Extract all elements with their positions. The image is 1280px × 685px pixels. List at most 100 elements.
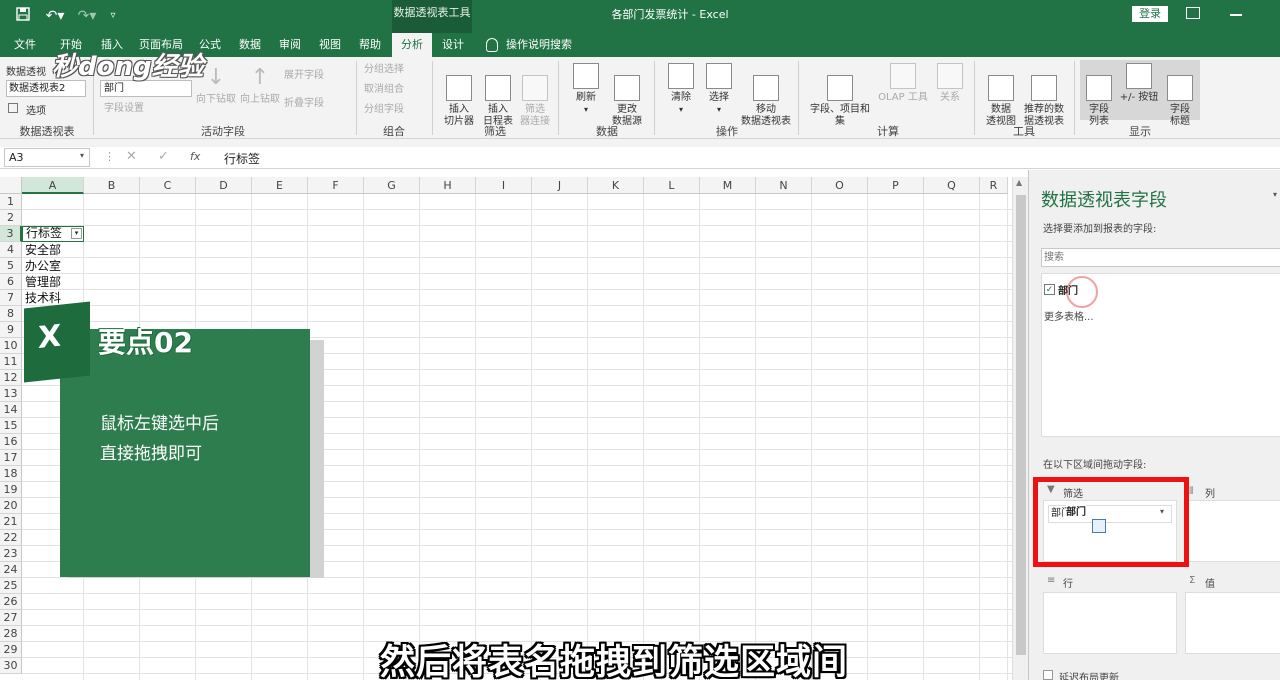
- select-button[interactable]: 选择 ▾: [700, 63, 738, 116]
- row-header[interactable]: 27: [0, 610, 22, 626]
- defer-update-checkbox[interactable]: [1043, 670, 1053, 680]
- tab-review[interactable]: 审阅: [272, 33, 308, 57]
- column-header[interactable]: E: [252, 177, 308, 194]
- formula-content[interactable]: 行标签: [224, 150, 260, 167]
- row-header[interactable]: 18: [0, 466, 22, 482]
- column-header[interactable]: D: [196, 177, 252, 194]
- column-header[interactable]: L: [644, 177, 700, 194]
- tab-help[interactable]: 帮助: [352, 33, 388, 57]
- rows-drop-area[interactable]: [1043, 592, 1177, 654]
- filter-connections-button[interactable]: 筛选 器连接: [518, 63, 552, 128]
- row-header[interactable]: 29: [0, 642, 22, 658]
- expand-field-button[interactable]: 展开字段: [284, 69, 324, 83]
- column-header[interactable]: A: [22, 177, 84, 194]
- row-header[interactable]: 20: [0, 498, 22, 514]
- column-header[interactable]: H: [420, 177, 476, 194]
- cell-a4[interactable]: 安全部: [22, 242, 61, 258]
- collapse-field-button[interactable]: 折叠字段: [284, 97, 324, 111]
- field-item-department[interactable]: 部门: [1058, 282, 1078, 297]
- filter-dropdown-icon[interactable]: ▾: [71, 228, 82, 239]
- cell-a5[interactable]: 办公室: [22, 258, 61, 274]
- redo-icon[interactable]: ↷▾: [74, 7, 100, 25]
- cell-a6[interactable]: 管理部: [22, 274, 61, 290]
- tab-analyze[interactable]: 分析: [392, 33, 432, 57]
- field-settings-button[interactable]: 字段设置: [104, 102, 144, 116]
- column-header[interactable]: G: [364, 177, 420, 194]
- tab-design[interactable]: 设计: [434, 33, 472, 57]
- row-header[interactable]: 9: [0, 322, 22, 338]
- column-header[interactable]: F: [308, 177, 364, 194]
- clear-button[interactable]: 清除 ▾: [662, 63, 700, 116]
- row-header[interactable]: 30: [0, 658, 22, 674]
- login-button[interactable]: 登录: [1132, 6, 1168, 22]
- row-header[interactable]: 26: [0, 594, 22, 610]
- vertical-scrollbar[interactable]: ▲: [1012, 177, 1028, 680]
- row-header[interactable]: 12: [0, 370, 22, 386]
- undo-icon[interactable]: ↶▾: [40, 7, 70, 25]
- column-header[interactable]: B: [84, 177, 140, 194]
- customize-toolbar-icon[interactable]: ▿: [104, 7, 122, 25]
- row-header[interactable]: 3: [0, 226, 22, 242]
- name-box[interactable]: A3: [4, 148, 90, 167]
- tab-view[interactable]: 视图: [312, 33, 348, 57]
- field-checkbox[interactable]: ✓: [1044, 284, 1055, 295]
- insert-timeline-button[interactable]: 插入 日程表: [480, 63, 516, 128]
- row-header[interactable]: 21: [0, 514, 22, 530]
- plus-minus-buttons-button[interactable]: +/- 按钮: [1116, 63, 1162, 104]
- column-header[interactable]: N: [756, 177, 812, 194]
- field-search-input[interactable]: [1041, 248, 1280, 267]
- recommended-pivot-button[interactable]: 推荐的数 据透视表: [1020, 63, 1068, 128]
- row-header[interactable]: 13: [0, 386, 22, 402]
- row-header[interactable]: 28: [0, 626, 22, 642]
- column-header[interactable]: J: [532, 177, 588, 194]
- tell-me-search[interactable]: 操作说明搜索: [506, 33, 580, 57]
- column-header[interactable]: C: [140, 177, 196, 194]
- save-icon[interactable]: [14, 7, 32, 25]
- relationships-button[interactable]: 关系: [932, 63, 968, 104]
- tab-file[interactable]: 文件: [6, 33, 44, 57]
- row-header[interactable]: 14: [0, 402, 22, 418]
- row-header[interactable]: 16: [0, 434, 22, 450]
- row-header[interactable]: 10: [0, 338, 22, 354]
- column-header[interactable]: O: [812, 177, 868, 194]
- row-header[interactable]: 22: [0, 530, 22, 546]
- column-header[interactable]: I: [476, 177, 532, 194]
- row-header[interactable]: 11: [0, 354, 22, 370]
- enter-icon[interactable]: ✓: [158, 149, 169, 164]
- row-header[interactable]: 1: [0, 194, 22, 210]
- field-list-button[interactable]: 字段 列表: [1082, 63, 1116, 128]
- cell-a7[interactable]: 技术科: [22, 290, 61, 306]
- select-all-corner[interactable]: [0, 177, 22, 194]
- drill-up-button[interactable]: ↑ 向上钻取: [240, 65, 280, 106]
- scrollbar-thumb[interactable]: [1016, 195, 1026, 655]
- scroll-up-icon[interactable]: ▲: [1016, 178, 1022, 187]
- row-header[interactable]: 23: [0, 546, 22, 562]
- row-header[interactable]: 6: [0, 274, 22, 290]
- row-header[interactable]: 25: [0, 578, 22, 594]
- column-header[interactable]: R: [980, 177, 1008, 194]
- cancel-icon[interactable]: ✕: [126, 149, 137, 164]
- ungroup-button[interactable]: 取消组合: [364, 83, 404, 97]
- options-button[interactable]: 选项: [26, 102, 46, 117]
- row-header[interactable]: 7: [0, 290, 22, 306]
- minimize-icon[interactable]: [1230, 14, 1242, 16]
- spreadsheet-grid[interactable]: ABCDEFGHIJKLMNOPQR 1 2 3 4 5 6 7 8 9 10 11 12 13 14 15…: [0, 177, 1028, 680]
- panel-options-icon[interactable]: ▾: [1273, 190, 1277, 199]
- name-box-dropdown-icon[interactable]: ▾: [80, 151, 84, 160]
- column-header[interactable]: M: [700, 177, 756, 194]
- group-field-button[interactable]: 分组字段: [364, 103, 404, 117]
- columns-drop-area[interactable]: [1187, 500, 1280, 562]
- more-tables-link[interactable]: 更多表格...: [1044, 308, 1094, 323]
- field-headers-button[interactable]: 字段 标题: [1162, 63, 1198, 128]
- insert-function-icon[interactable]: fx: [190, 150, 200, 163]
- refresh-button[interactable]: 刷新 ▾: [568, 63, 604, 116]
- insert-slicer-button[interactable]: 插入 切片器: [440, 63, 478, 128]
- values-drop-area[interactable]: [1185, 592, 1280, 654]
- row-header[interactable]: 5: [0, 258, 22, 274]
- pivot-chart-button[interactable]: 数据 透视图: [982, 63, 1020, 128]
- row-header[interactable]: 15: [0, 418, 22, 434]
- fields-items-sets-button[interactable]: 字段、项目和 集: [806, 63, 874, 128]
- row-header[interactable]: 4: [0, 242, 22, 258]
- column-header[interactable]: Q: [924, 177, 980, 194]
- tab-data[interactable]: 数据: [232, 33, 268, 57]
